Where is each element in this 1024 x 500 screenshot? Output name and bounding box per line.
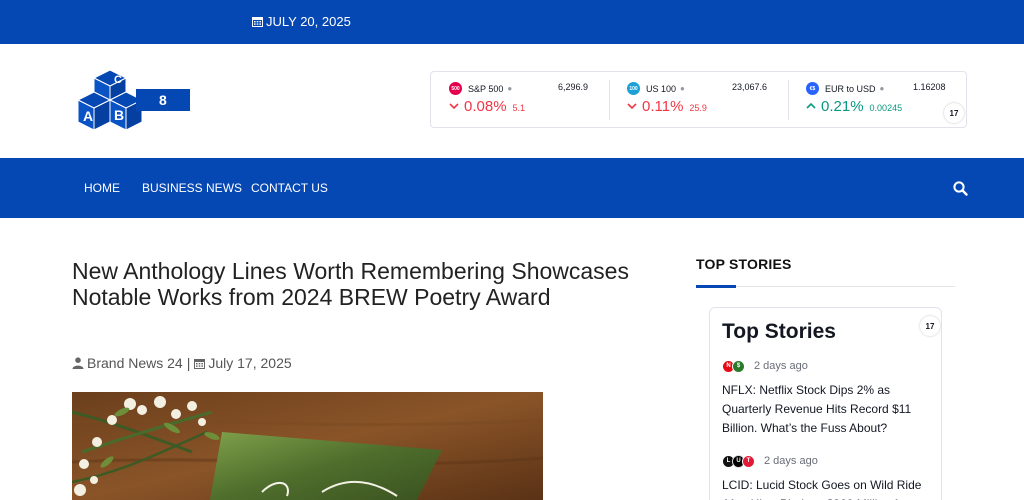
tradingview-logo-icon[interactable]: 17 [920,316,940,336]
nav-home[interactable]: HOME [84,181,120,195]
calendar-icon [194,358,206,369]
user-icon [72,357,84,369]
widget-title: Top Stories [722,320,836,343]
article-hero-image [72,392,543,500]
story-headline[interactable]: NFLX: Netflix Stock Dips 2% as Quarterly… [722,381,934,438]
chevron-up-icon [806,102,816,109]
chevron-down-icon [449,103,459,110]
logo-letter-b: B [114,107,124,123]
article-title: New Anthology Lines Worth Remembering Sh… [72,258,629,310]
dollar-logo-icon: $ [732,359,745,373]
nav-contact-us[interactable]: CONTACT US [251,181,328,195]
top-stories-widget: Top Stories 17 N $ 2 days ago NFLX: Netf… [709,307,942,500]
sidebar-divider-accent [696,285,736,288]
tesla-logo-icon: T [742,454,755,468]
ticker-name: US 100 [646,83,677,94]
ticker-widget[interactable]: 500 S&P 500 ● 6,296.9 0.08% 5.1 100 US 10… [430,71,967,128]
eur-usd-flag-icon: €$ [806,82,819,95]
main-nav: HOME BUSINESS NEWS CONTACT US [0,158,1024,218]
ticker-change: 0.00245 [869,103,903,113]
story-time: 2 days ago [764,455,818,467]
site-header: C A B 8 NEWS 500 S&P 500 ● 6,296.9 0.08% … [0,44,1024,158]
story-item[interactable]: N $ 2 days ago NFLX: Netflix Stock Dips … [722,359,934,438]
article-date: July 17, 2025 [208,355,292,371]
ticker-price: 1.16208 [913,82,946,92]
status-dot-icon: ● [507,84,513,93]
ticker-item-sp500[interactable]: 500 S&P 500 ● 6,296.9 0.08% 5.1 [449,72,609,129]
ticker-change: 25.9 [689,103,707,113]
ticker-price: 23,067.6 [732,82,768,92]
ticker-divider [609,80,610,120]
article-author[interactable]: Brand News 24 [87,355,183,371]
ticker-percent: 0.11% [642,98,684,115]
calendar-icon [252,17,263,27]
meta-separator: | [186,355,191,371]
ticker-divider [788,80,789,120]
story-time: 2 days ago [754,360,808,372]
ticker-name: EUR to USD [825,83,876,94]
story-headline[interactable]: LCID: Lucid Stock Goes on Wild Ride Afte… [722,476,934,500]
tradingview-logo-icon[interactable]: 17 [944,103,964,123]
ticker-percent: 0.21% [821,98,864,115]
search-icon[interactable] [953,181,968,196]
status-dot-icon: ● [879,84,885,93]
logo-badge: 8 NEWS [136,89,190,130]
article-meta: Brand News 24 | July 17, 2025 [72,355,292,371]
ticker-percent: 0.08% [464,98,507,115]
ticker-name: S&P 500 [468,83,504,94]
top-date: JULY 20, 2025 [252,14,351,29]
ticker-price: 6,296.9 [558,82,589,92]
site-logo[interactable]: C A B 8 NEWS [76,69,192,134]
logo-letter-c: C [114,74,122,86]
sidebar-heading: TOP STORIES [696,256,792,272]
ticker-change: 5.1 [512,103,526,113]
logo-letter-a: A [83,108,93,124]
chevron-down-icon [627,103,637,110]
ticker-item-us100[interactable]: 100 US 100 ● 23,067.6 0.11% 25.9 [627,72,787,129]
ticker-item-eurusd[interactable]: €$ EUR to USD ● 1.16208 0.21% 0.00245 [806,72,951,129]
story-item[interactable]: L U T 2 days ago LCID: Lucid Stock Goes … [722,454,934,500]
top-bar: JULY 20, 2025 [0,0,1024,44]
status-dot-icon: ● [680,84,685,93]
us100-logo-icon: 100 [627,82,640,95]
sp500-logo-icon: 500 [449,82,462,95]
nav-business-news[interactable]: BUSINESS NEWS [142,181,242,195]
top-date-text: JULY 20, 2025 [266,14,351,29]
